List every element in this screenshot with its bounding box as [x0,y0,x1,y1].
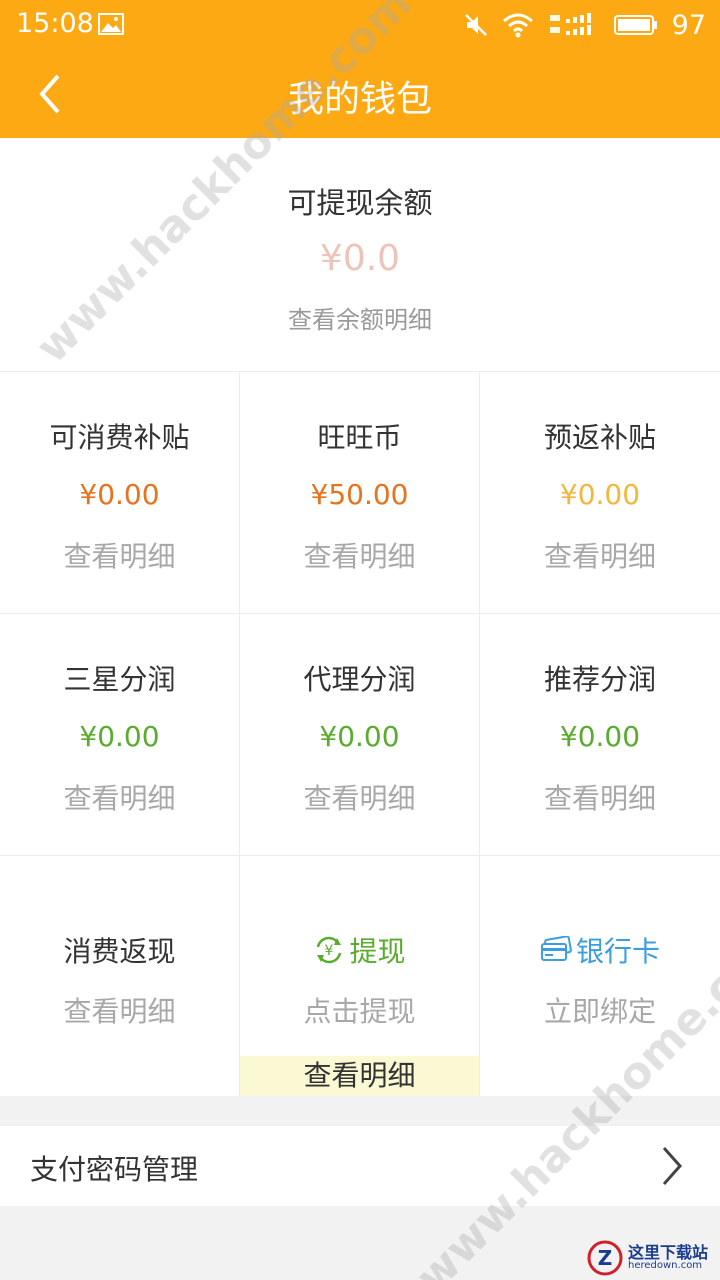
cell-title: 三星分润 [63,663,176,696]
view-detail-link[interactable]: 查看明细 [0,777,239,817]
corner-logo: Z 这里下载站 heredown.com [586,1238,716,1278]
bank-card-icon [540,936,572,961]
wifi-icon [502,13,533,38]
svg-text:¥: ¥ [325,943,334,959]
view-detail-link[interactable]: 查看明细 [480,535,720,575]
cell-amount: ¥50.00 [310,478,409,511]
battery-icon [613,15,657,35]
wallet-grid-row-2: 三星分润 ¥0.00 查看明细 代理分润 ¥0.00 查看明细 推荐分润 ¥0.… [0,613,720,855]
withdraw-cell[interactable]: ¥ 提现 点击提现 查看明细 [240,856,480,1096]
page-title: 我的钱包 [287,79,432,120]
bank-card-cell[interactable]: 银行卡 立即绑定 [480,856,720,1096]
balance-amount: ¥0.0 [319,238,401,279]
status-bar: 15:08 97 [0,0,720,50]
status-right: 97 [464,9,706,41]
click-to-withdraw-link[interactable]: 点击提现 [240,990,479,1030]
referral-profit-share-cell[interactable]: 推荐分润 ¥0.00 查看明细 [480,614,720,855]
samsung-profit-share-cell[interactable]: 三星分润 ¥0.00 查看明细 [0,614,240,855]
yuan-exchange-icon: ¥ [317,936,342,964]
wangwang-coin-cell[interactable]: 旺旺币 ¥50.00 查看明细 [240,372,480,613]
cell-title: 预返补贴 [543,421,656,454]
view-detail-link[interactable]: 查看明细 [240,777,479,817]
consumption-cashback-cell[interactable]: 消费返现 查看明细 [0,856,240,1096]
cell-title: 旺旺币 [317,421,402,454]
payment-password-management-row[interactable]: 支付密码管理 [0,1126,720,1206]
view-balance-detail-link[interactable]: 查看余额明细 [0,300,720,335]
balance-title: 可提现余额 [287,186,433,220]
wallet-grid-row-1: 可消费补贴 ¥0.00 查看明细 旺旺币 ¥50.00 查看明细 预返补贴 ¥0… [0,371,720,613]
view-detail-link[interactable]: 查看明细 [0,990,239,1030]
app-bar: 我的钱包 [0,50,720,138]
withdraw-view-detail-button[interactable]: 查看明细 [240,1056,479,1096]
consumable-subsidy-cell[interactable]: 可消费补贴 ¥0.00 查看明细 [0,372,240,613]
status-time: 15:08 [16,8,94,39]
view-detail-link[interactable]: 查看明细 [480,777,720,817]
payment-password-label: 支付密码管理 [30,1153,199,1186]
withdrawable-balance-card: 可提现余额 ¥0.0 查看余额明细 [0,138,720,371]
view-detail-link[interactable]: 查看明细 [240,535,479,575]
wallet-grid-row-3: 消费返现 查看明细 ¥ 提现 点击提现 查看明细 银行卡 立即绑定 [0,855,720,1096]
logo-cn-text: 这里下载站 [628,1243,709,1262]
battery-level: 97 [671,9,706,41]
withdraw-label: 提现 [349,935,406,968]
cell-title: 代理分润 [303,663,416,696]
mute-icon [464,14,487,36]
prepaid-subsidy-cell[interactable]: 预返补贴 ¥0.00 查看明细 [480,372,720,613]
image-notification-icon [98,13,124,35]
cell-amount: ¥0.00 [559,720,641,753]
chevron-right-icon [662,1147,683,1185]
view-detail-link[interactable]: 查看明细 [0,535,239,575]
bank-card-label: 银行卡 [575,935,660,968]
withdraw-title: ¥ 提现 [240,930,479,973]
bind-now-link[interactable]: 立即绑定 [480,990,720,1030]
cell-title: 推荐分润 [543,663,656,696]
cell-title: 可消费补贴 [49,421,190,454]
svg-text:Z: Z [598,1246,613,1270]
cell-amount: ¥0.00 [559,478,641,511]
cell-amount: ¥0.00 [79,478,160,511]
cell-amount: ¥0.00 [319,720,400,753]
cellular-signal-icon [549,13,591,35]
cell-amount: ¥0.00 [79,720,160,753]
site-logo-icon: Z [587,1240,623,1276]
cell-title: 消费返现 [63,935,176,968]
bank-card-title: 银行卡 [480,930,720,971]
agent-profit-share-cell[interactable]: 代理分润 ¥0.00 查看明细 [240,614,480,855]
logo-en-text: heredown.com [628,1260,703,1271]
